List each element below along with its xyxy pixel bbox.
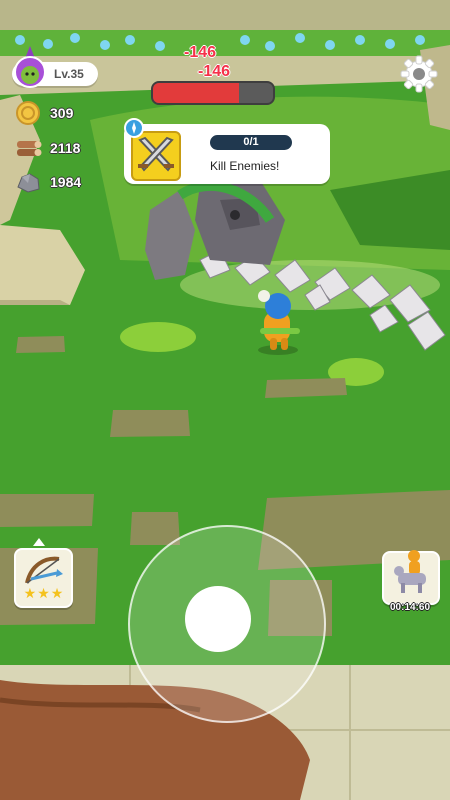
gold-counter: 309 bbox=[14, 100, 73, 126]
weapon-slot-pointer bbox=[33, 538, 45, 546]
weapon-stars: ★ ★ ★ bbox=[18, 586, 69, 600]
player-level-label: Lv.35 bbox=[54, 67, 84, 81]
virtual-joystick[interactable] bbox=[128, 525, 326, 723]
gold-coin-icon bbox=[16, 101, 40, 125]
game-scene: -146 -146 Lv.35 309 2118 1984 0/1 Kill E… bbox=[0, 0, 450, 800]
settings-gear-icon[interactable] bbox=[399, 54, 439, 94]
flower-bed bbox=[0, 30, 450, 56]
damage-number: -146 bbox=[184, 44, 217, 61]
boss-health-bar bbox=[151, 81, 275, 105]
mount-rider-icon bbox=[394, 550, 426, 593]
wood-logs-icon bbox=[17, 141, 42, 156]
stone-golem-boss bbox=[145, 180, 285, 280]
weapon-slot[interactable]: ★ ★ ★ bbox=[14, 548, 73, 608]
quest-title: Kill Enemies! bbox=[210, 159, 280, 173]
mount-button[interactable] bbox=[382, 550, 440, 605]
boss-health-fill bbox=[153, 83, 240, 103]
gold-amount: 309 bbox=[50, 105, 74, 121]
crossbow-icon bbox=[25, 556, 63, 584]
wood-counter: 2118 bbox=[14, 135, 80, 161]
damage-number: -146 bbox=[198, 63, 231, 80]
mount-timer: 00:14:60 bbox=[389, 602, 431, 613]
crossed-swords-icon bbox=[124, 118, 181, 181]
quest-progress-bar: 0/1 bbox=[210, 135, 292, 150]
star-icon: ★ bbox=[50, 585, 64, 601]
stone-counter: 1984 bbox=[14, 169, 81, 195]
stone-amount: 1984 bbox=[50, 174, 82, 190]
joystick-thumb[interactable] bbox=[185, 586, 251, 652]
stone-ore-icon bbox=[17, 173, 40, 193]
quest-progress-text: 0/1 bbox=[243, 136, 259, 148]
wood-amount: 2118 bbox=[50, 140, 81, 156]
player-hero bbox=[258, 290, 300, 355]
player-avatar[interactable] bbox=[8, 44, 52, 92]
star-icon: ★ bbox=[37, 585, 50, 601]
star-icon: ★ bbox=[23, 585, 37, 601]
